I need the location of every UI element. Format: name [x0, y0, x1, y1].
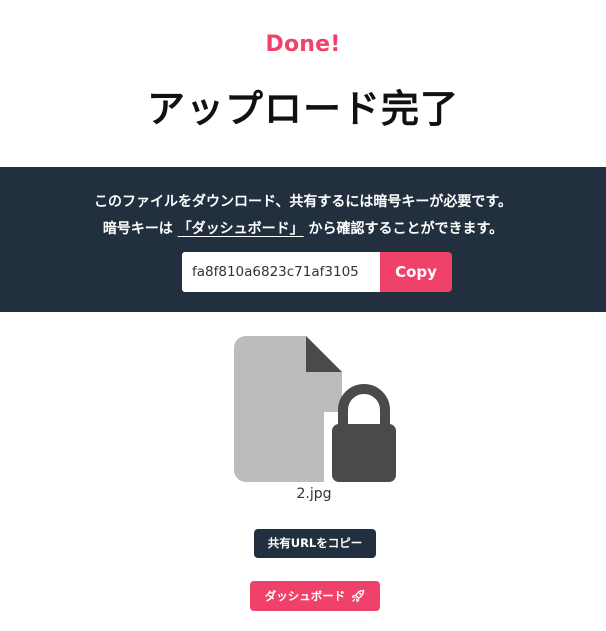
notice-line-2-suffix: から確認することができます。 — [303, 221, 504, 237]
done-label: Done! — [265, 32, 341, 57]
encryption-key-panel: このファイルをダウンロード、共有するには暗号キーが必要です。 暗号キーは 「ダッ… — [0, 167, 606, 312]
encryption-key-input[interactable] — [182, 252, 380, 292]
copy-share-url-button[interactable]: 共有URLをコピー — [254, 529, 376, 558]
lock-body-shape — [332, 424, 396, 482]
dashboard-button-label: ダッシュボード — [264, 589, 346, 603]
copy-key-button[interactable]: Copy — [380, 252, 452, 292]
rocket-icon — [351, 589, 365, 603]
locked-file-icon — [234, 336, 398, 482]
notice-line-1: このファイルをダウンロード、共有するには暗号キーが必要です。 — [93, 194, 513, 210]
file-name: 2.jpg — [296, 486, 332, 502]
file-fold-shape — [306, 336, 342, 372]
upload-complete-page: Done! アップロード完了 このファイルをダウンロード、共有するには暗号キーが… — [0, 0, 606, 631]
key-copy-row: Copy — [182, 252, 452, 292]
notice-line-2-prefix: 暗号キーは — [102, 221, 178, 237]
notice-line-2: 暗号キーは 「ダッシュボード」 から確認することができます。 — [0, 218, 606, 238]
dashboard-button[interactable]: ダッシュボード — [250, 581, 380, 611]
dashboard-link[interactable]: 「ダッシュボード」 — [178, 221, 304, 237]
page-title: アップロード完了 — [146, 87, 459, 131]
